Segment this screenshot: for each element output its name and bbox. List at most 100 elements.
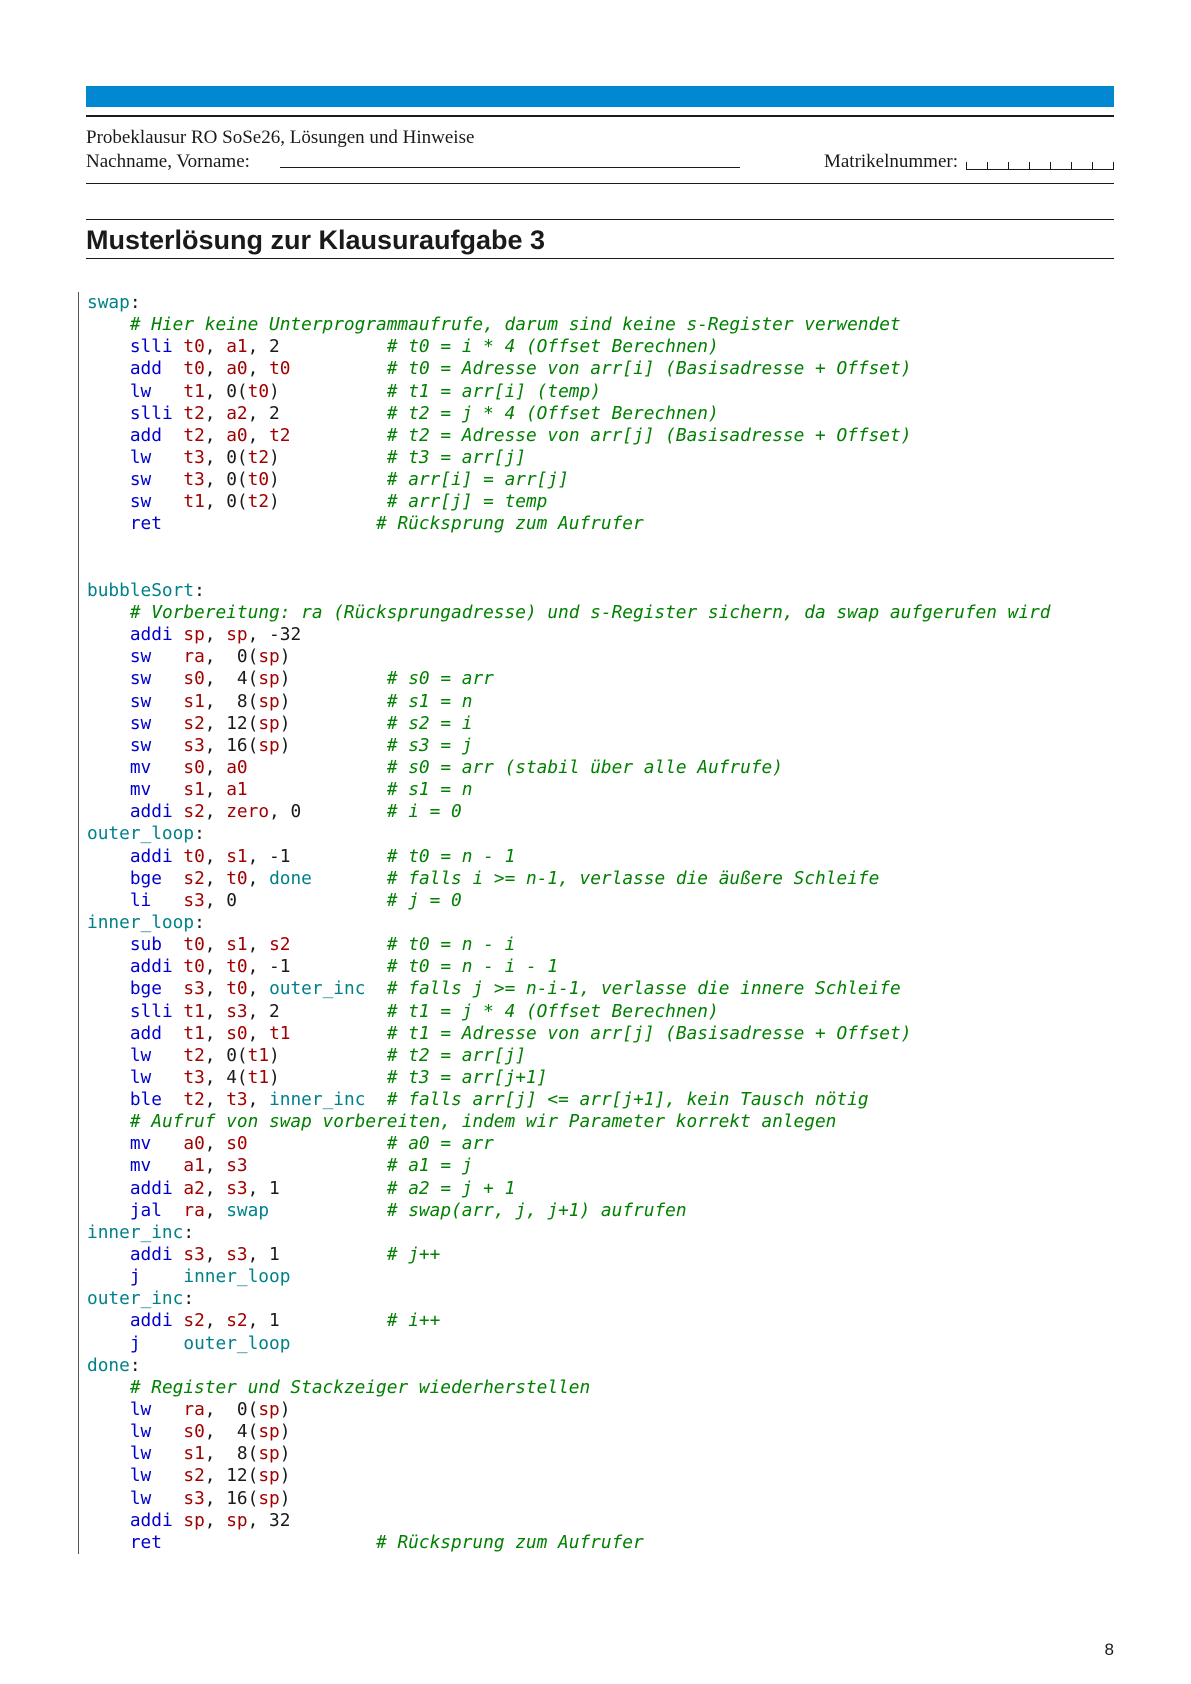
code-instruction: lw bbox=[129, 446, 152, 468]
code-text: , bbox=[204, 358, 227, 380]
code-text: : bbox=[183, 1288, 195, 1310]
digit-box[interactable] bbox=[1050, 162, 1071, 170]
code-register: t0 bbox=[226, 978, 248, 1000]
digit-box[interactable] bbox=[966, 162, 987, 170]
code-text: , bbox=[204, 336, 227, 358]
code-text: , bbox=[247, 978, 270, 1000]
matrikel-digit-boxes[interactable] bbox=[966, 162, 1114, 170]
code-text: ) bbox=[279, 1465, 291, 1487]
code-instruction: addi bbox=[129, 1509, 173, 1531]
code-label: done bbox=[269, 867, 312, 889]
code-register: a0 bbox=[226, 424, 248, 446]
code-text: : bbox=[194, 911, 205, 933]
code-instruction: bge bbox=[129, 978, 162, 1000]
code-label: outer_loop bbox=[87, 823, 195, 845]
code-instruction: mv bbox=[129, 779, 152, 801]
code-comment: # Aufruf von swap vorbereiten, indem wir… bbox=[129, 1111, 837, 1133]
digit-box[interactable] bbox=[1092, 162, 1114, 170]
code-instruction: addi bbox=[129, 956, 173, 978]
code-register: s0 bbox=[183, 1421, 205, 1443]
digit-box[interactable] bbox=[987, 162, 1008, 170]
code-comment: # falls i >= n-1, verlasse die äußere Sc… bbox=[386, 867, 880, 889]
code-text: ) bbox=[269, 469, 387, 491]
code-instruction: slli bbox=[129, 336, 173, 358]
code-register: sp bbox=[258, 712, 280, 734]
code-instruction: sw bbox=[129, 712, 152, 734]
code-register: s2 bbox=[183, 801, 205, 823]
code-comment: # s2 = i bbox=[386, 712, 473, 734]
code-listing: swap: # Hier keine Unterprogrammaufrufe,… bbox=[78, 292, 1051, 1555]
code-instruction: ret bbox=[129, 1531, 162, 1553]
code-register: t2 bbox=[183, 1044, 205, 1066]
code-text: , bbox=[204, 1000, 227, 1022]
code-text: , 0( bbox=[204, 1044, 248, 1066]
code-register: t0 bbox=[247, 380, 270, 402]
code-comment: # a1 = j bbox=[386, 1155, 473, 1177]
code-register: sp bbox=[226, 1509, 248, 1531]
code-comment: # falls arr[j] <= arr[j+1], kein Tausch … bbox=[386, 1089, 869, 1111]
code-register: s0 bbox=[183, 668, 205, 690]
code-register: sp bbox=[258, 690, 280, 712]
code-text: , bbox=[247, 1089, 270, 1111]
code-instruction: addi bbox=[129, 1177, 173, 1199]
code-register: s3 bbox=[226, 1155, 248, 1177]
code-register: t3 bbox=[183, 469, 205, 491]
digit-box[interactable] bbox=[1071, 162, 1092, 170]
code-register: s1 bbox=[226, 934, 248, 956]
code-text: , 0( bbox=[204, 491, 248, 513]
code-line: addi sp, sp, 32 bbox=[87, 1509, 291, 1531]
code-line: j outer_loop bbox=[87, 1333, 291, 1354]
code-register: s2 bbox=[183, 867, 205, 889]
code-instruction: sw bbox=[129, 668, 152, 690]
code-line: # Vorbereitung: ra (Rücksprungadresse) u… bbox=[87, 602, 1051, 623]
digit-box[interactable] bbox=[1008, 162, 1029, 170]
code-line: slli t2, a2, 2 # t2 = j * 4 (Offset Bere… bbox=[87, 403, 719, 424]
code-comment: # falls j >= n-i-1, verlasse die innere … bbox=[386, 978, 901, 1000]
digit-box[interactable] bbox=[1029, 162, 1050, 170]
code-text: , bbox=[204, 1177, 227, 1199]
code-register: t3 bbox=[226, 1089, 248, 1111]
code-text: , bbox=[204, 956, 227, 978]
code-line: sw ra, 0(sp) bbox=[87, 646, 291, 667]
code-instruction: sw bbox=[129, 469, 152, 491]
code-line: add t1, s0, t1 # t1 = Adresse von arr[j]… bbox=[87, 1023, 912, 1044]
code-comment: # arr[j] = temp bbox=[386, 491, 548, 513]
name-field-line[interactable] bbox=[280, 167, 740, 168]
code-text: ) bbox=[279, 1399, 291, 1421]
code-text: ) bbox=[279, 1443, 291, 1465]
matrikel-field[interactable]: Matrikelnummer: bbox=[824, 151, 1114, 173]
code-line: sw s1, 8(sp) # s1 = n bbox=[87, 690, 473, 712]
code-label: bubbleSort bbox=[87, 579, 195, 601]
code-label: swap bbox=[87, 292, 130, 313]
code-line: addi t0, s1, -1 # t0 = n - 1 bbox=[87, 846, 515, 867]
code-register: t0 bbox=[247, 469, 270, 491]
code-register: sp bbox=[258, 1399, 280, 1421]
code-register: a1 bbox=[226, 336, 248, 358]
code-instruction: bge bbox=[129, 867, 162, 889]
code-register: t0 bbox=[183, 845, 205, 867]
code-text: , 16( bbox=[204, 1487, 259, 1509]
code-instruction: slli bbox=[129, 402, 173, 424]
code-text: , -1 bbox=[247, 845, 387, 867]
